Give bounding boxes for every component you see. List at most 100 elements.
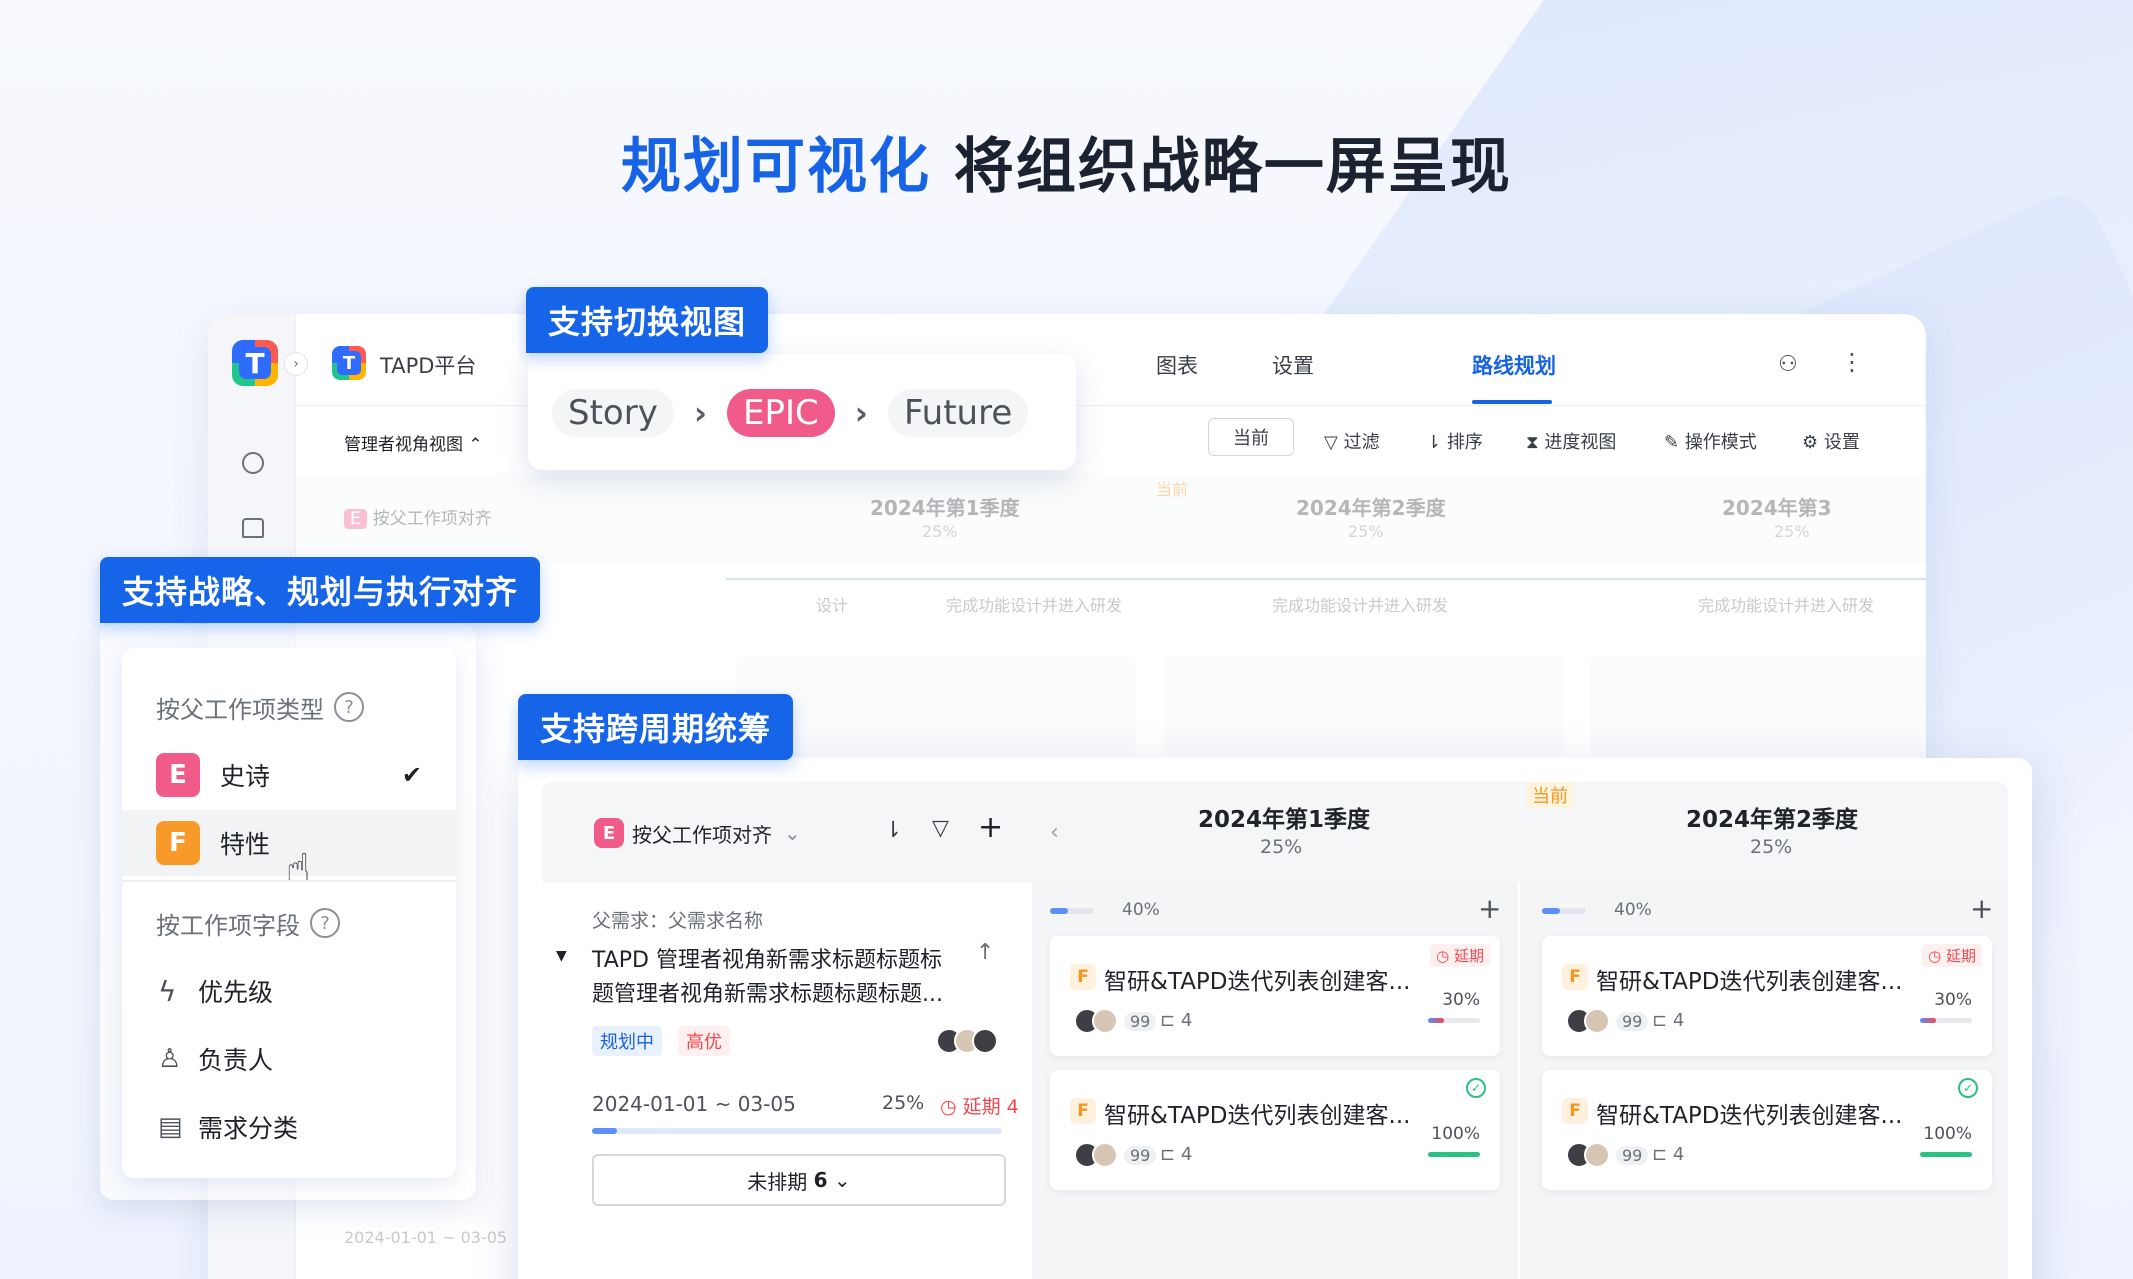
date-range: 2024-01-01 ~ 03-05 — [592, 1092, 796, 1116]
unscheduled-button[interactable]: 未排期 6 ⌄ — [592, 1154, 1006, 1206]
search-icon[interactable] — [242, 452, 264, 474]
feature-tag-icon: F — [156, 821, 200, 865]
arrow-up-icon[interactable]: ↑ — [976, 940, 994, 965]
delay-badge: ◷ 延期 — [1922, 944, 1982, 967]
crumb-story[interactable]: Story — [552, 389, 674, 437]
title-rest: 将组织战略一屏呈现 — [931, 132, 1512, 202]
done-check-icon: ✓ — [1466, 1078, 1486, 1098]
dropdown-item-priority[interactable]: ϟ 优先级 — [122, 958, 456, 1024]
work-item-card[interactable]: F 智研&TAPD迭代列表创建客... 99 ⊏ 4 ◷ 延期 30% — [1542, 936, 1992, 1056]
filter-button[interactable]: ▽ 过滤 — [1324, 428, 1380, 454]
lightning-icon: ϟ — [158, 974, 177, 1008]
quarter-title: 2024年第3 — [1722, 496, 1832, 520]
current-button[interactable]: 当前 — [1208, 418, 1294, 456]
breadcrumb: Story › EPIC › Future — [552, 380, 1052, 446]
progress-view-button[interactable]: ⧗ 进度视图 — [1526, 428, 1616, 454]
check-icon: ✔ — [401, 761, 422, 789]
done-check-icon: ✓ — [1958, 1078, 1978, 1098]
delay-badge: ◷ 延期 4 — [940, 1096, 1019, 1118]
quarter-title: 2024年第1季度 — [1198, 807, 1371, 833]
add-member-icon[interactable]: ⚇ — [1778, 352, 1798, 377]
assignee-avatars — [936, 1028, 998, 1054]
sort-button[interactable]: ⇂ 排序 — [1426, 428, 1483, 454]
quarter-pct: 25% — [922, 522, 958, 541]
card-pct: 100% — [1431, 1124, 1480, 1144]
parent-panel: 父需求：父需求名称 ▼ TAPD 管理者视角新需求标题标题标 题管理者视角新需求… — [542, 882, 1032, 1279]
page-title: 规划可视化 将组织战略一屏呈现 — [0, 118, 2133, 205]
title-highlight: 规划可视化 — [621, 132, 932, 202]
card-title: 智研&TAPD迭代列表创建客... — [1104, 1103, 1411, 1129]
sort-icon[interactable]: ⇂ — [884, 818, 902, 843]
card-pct: 30% — [1934, 990, 1972, 1010]
quarter-pct: 25% — [1348, 522, 1384, 541]
chevron-right-icon: › — [854, 394, 868, 432]
subtask-count: ⊏ 4 — [1160, 1144, 1193, 1165]
dropdown-item-owner[interactable]: ♙ 负责人 — [122, 1026, 456, 1092]
feature-tag-icon: F — [1070, 964, 1096, 990]
nav-settings[interactable]: 设置 — [1272, 350, 1314, 380]
current-badge: 当前 — [1526, 782, 1574, 808]
chevron-left-icon[interactable]: ‹ — [1050, 820, 1059, 845]
date-range: 2024-01-01 ~ 03-05 — [344, 1228, 508, 1247]
card-progress — [1920, 1152, 1972, 1157]
project-name[interactable]: TAPD平台 — [380, 350, 476, 380]
dropdown-item-epic[interactable]: E 史诗 ✔ — [122, 742, 456, 808]
card-pct: 30% — [1442, 990, 1480, 1010]
more-icon[interactable]: ⋮ — [1840, 348, 1864, 376]
feature-tag-icon: F — [1070, 1098, 1096, 1124]
card-progress — [1428, 1152, 1480, 1157]
dropdown-item-category[interactable]: ▤ 需求分类 — [122, 1094, 456, 1160]
home-icon[interactable] — [242, 518, 264, 538]
work-item-card[interactable]: F 智研&TAPD迭代列表创建客... 99 ⊏ 4 ◷ 延期 30% — [1050, 936, 1500, 1056]
work-item-card[interactable]: F 智研&TAPD迭代列表创建客... 99 ⊏ 4 ✓ 100% — [1542, 1070, 1992, 1190]
quarter-pct: 25% — [1260, 836, 1303, 858]
parent-title-line2[interactable]: 题管理者视角新需求标题标题标题... — [592, 976, 943, 1008]
view-selector[interactable]: 管理者视角视图 ⌃ — [344, 430, 483, 455]
column-pct: 40% — [1614, 900, 1652, 920]
help-icon[interactable]: ? — [310, 908, 340, 938]
dropdown-section-header: 按父工作项类型? — [122, 674, 456, 740]
milestone-label: 设计 — [816, 596, 849, 615]
project-logo-icon: T — [332, 346, 366, 380]
settings-button[interactable]: ⚙ 设置 — [1802, 428, 1860, 454]
milestone-label: 完成功能设计并进入研发 — [946, 596, 1123, 615]
avatar — [1092, 1142, 1118, 1168]
current-badge: 当前 — [1156, 480, 1189, 499]
tapd-logo-icon: T — [232, 340, 278, 386]
background-card — [1590, 656, 1926, 756]
filter-icon[interactable]: ▽ — [932, 816, 949, 841]
help-icon[interactable]: ? — [334, 692, 364, 722]
active-tab-indicator — [1472, 400, 1552, 404]
milestone-label: 完成功能设计并进入研发 — [1272, 596, 1449, 615]
add-icon[interactable]: + — [1970, 892, 1993, 925]
feature-tag-icon: F — [1562, 1098, 1588, 1124]
status-tag: 规划中 — [592, 1026, 662, 1056]
collapse-icon[interactable]: ▼ — [556, 948, 567, 964]
callout-switch-view: 支持切换视图 — [526, 287, 769, 353]
subtask-count: ⊏ 4 — [1652, 1144, 1685, 1165]
parent-label: 父需求：父需求名称 — [592, 910, 764, 932]
add-icon[interactable]: + — [978, 810, 1003, 845]
view-switch-popup: Story › EPIC › Future — [528, 354, 1076, 470]
align-label: E 按父工作项对齐 — [344, 504, 492, 529]
list-icon: ▤ — [158, 1112, 183, 1142]
add-icon[interactable]: + — [1478, 892, 1501, 925]
crumb-epic[interactable]: EPIC — [727, 389, 835, 437]
assignee-avatars: 99 — [1566, 1008, 1649, 1034]
subtask-count: ⊏ 4 — [1160, 1010, 1193, 1031]
progress-bar — [592, 1128, 1002, 1134]
card-pct: 100% — [1923, 1124, 1972, 1144]
operation-mode-button[interactable]: ✎ 操作模式 — [1664, 428, 1757, 454]
align-selector[interactable]: E 按父工作项对齐 ⌄ — [594, 818, 801, 848]
avatar — [972, 1028, 998, 1054]
work-item-card[interactable]: F 智研&TAPD迭代列表创建客... 99 ⊏ 4 ✓ 100% — [1050, 1070, 1500, 1190]
crumb-future[interactable]: Future — [887, 389, 1029, 437]
nav-roadmap[interactable]: 路线规划 — [1472, 350, 1556, 380]
avatar — [1584, 1142, 1610, 1168]
background-card — [1164, 656, 1564, 756]
card-title: 智研&TAPD迭代列表创建客... — [1596, 969, 1903, 995]
nav-charts[interactable]: 图表 — [1156, 350, 1198, 380]
card-progress — [1920, 1018, 1972, 1023]
parent-title-line1[interactable]: TAPD 管理者视角新需求标题标题标 — [592, 942, 942, 974]
front-roadmap-window: E 按父工作项对齐 ⌄ ⇂ ▽ + ‹ 2024年第1季度 25% 当前 2024年… — [518, 758, 2032, 1279]
